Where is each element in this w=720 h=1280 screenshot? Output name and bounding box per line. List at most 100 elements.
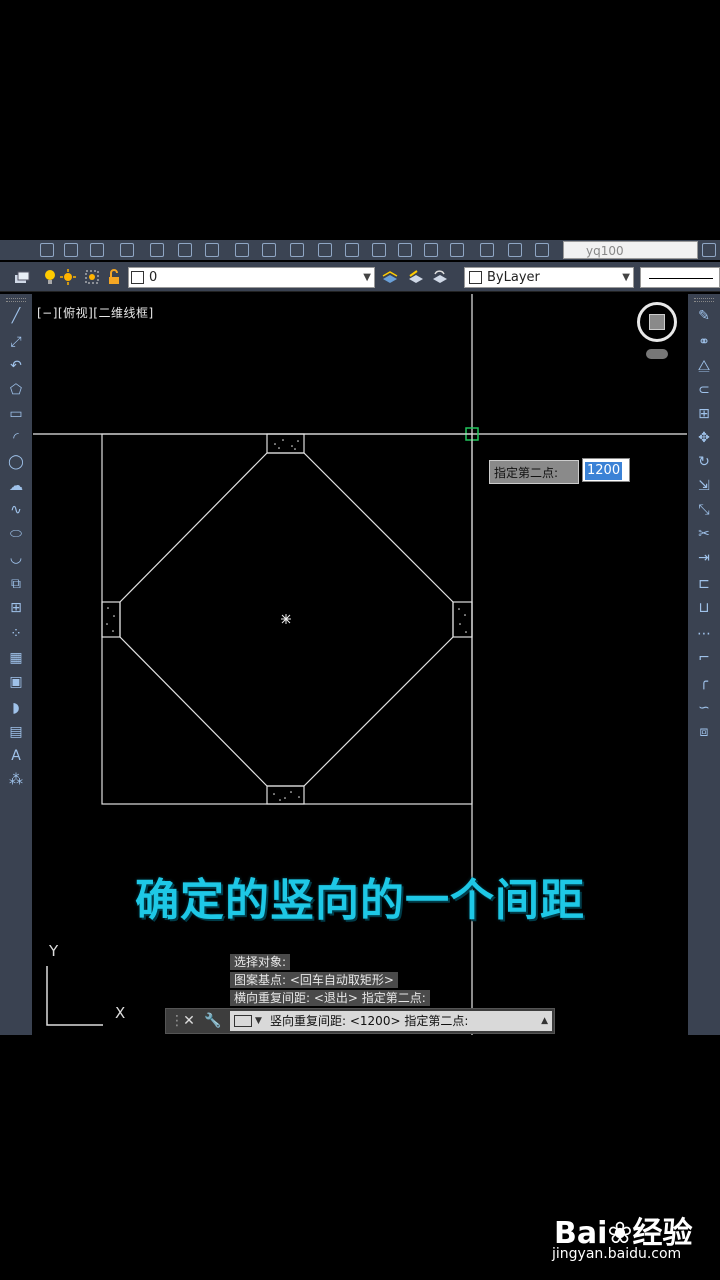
blend-curves-icon[interactable]: ∽ bbox=[694, 698, 714, 718]
view-tool-icon[interactable] bbox=[702, 243, 716, 257]
ungroup-tool-icon[interactable] bbox=[508, 243, 522, 257]
watermark-url: jingyan.baidu.com bbox=[552, 1246, 682, 1262]
chevron-down-icon[interactable]: ▼ bbox=[363, 268, 371, 287]
command-prompt-text: 竖向重复间距: <1200> 指定第二点: bbox=[270, 1014, 469, 1028]
command-input[interactable]: ▼ 竖向重复间距: <1200> 指定第二点: ▲ bbox=[230, 1011, 552, 1031]
drawing-canvas[interactable]: [−][俯视][二维线框] 指定第二点: 1200 确定的竖向的一个间距 Y X… bbox=[33, 294, 687, 1035]
check-tool-icon[interactable] bbox=[424, 243, 438, 257]
erase-icon[interactable]: ✎ bbox=[694, 306, 714, 326]
sun-freeze-icon[interactable] bbox=[60, 269, 76, 285]
offset-icon[interactable]: ⊂ bbox=[694, 380, 714, 400]
utility-tool-icon[interactable] bbox=[535, 243, 549, 257]
dynamic-input-value: 1200 bbox=[585, 462, 623, 480]
point-icon[interactable]: ⁘ bbox=[6, 624, 26, 644]
rotate-tool-icon[interactable] bbox=[178, 243, 192, 257]
line-tool-icon[interactable] bbox=[40, 243, 54, 257]
layer-name: 0 bbox=[149, 270, 158, 285]
ellipse-arc-icon[interactable]: ◡ bbox=[6, 548, 26, 568]
scale-icon[interactable]: ⇲ bbox=[694, 476, 714, 496]
bulb-on-icon[interactable] bbox=[42, 269, 58, 285]
chevron-down-icon[interactable]: ▼ bbox=[622, 268, 630, 287]
trim-icon[interactable]: ✂ bbox=[694, 524, 714, 544]
layer-manager-icon[interactable] bbox=[14, 269, 30, 285]
viewport-freeze-icon[interactable] bbox=[84, 269, 100, 285]
command-history-line: 选择对象: bbox=[230, 954, 291, 970]
text-tool-icon[interactable] bbox=[262, 243, 276, 257]
viewcube-face[interactable] bbox=[649, 314, 665, 330]
dynamic-input-field[interactable]: 1200 bbox=[582, 458, 630, 482]
ellipse-icon[interactable]: ⬭ bbox=[6, 524, 26, 544]
array-icon[interactable]: ⊞ bbox=[694, 404, 714, 424]
block-tool-icon[interactable] bbox=[372, 243, 386, 257]
leader-tool-icon[interactable] bbox=[318, 243, 332, 257]
mirror-tool-icon[interactable] bbox=[205, 243, 219, 257]
revision-cloud-icon[interactable]: ☁ bbox=[6, 476, 26, 496]
join-icon[interactable]: ⋯ bbox=[694, 624, 714, 644]
terminal-icon[interactable] bbox=[234, 1015, 252, 1027]
rectangle-icon[interactable]: ▭ bbox=[6, 404, 26, 424]
array-tool-icon[interactable] bbox=[235, 243, 249, 257]
rotate-icon[interactable]: ↻ bbox=[694, 452, 714, 472]
make-block-icon[interactable]: ⊞ bbox=[6, 598, 26, 618]
stretch-icon[interactable]: ⤡ bbox=[694, 500, 714, 520]
layer-properties-bar: 0 ▼ ByLayer ▼ bbox=[0, 262, 720, 292]
arc-icon[interactable]: ◜ bbox=[6, 428, 26, 448]
insert-block-icon[interactable]: ⧉ bbox=[6, 574, 26, 594]
measure-tool-icon[interactable] bbox=[398, 243, 412, 257]
ribbon-toolbar: yq100 bbox=[0, 240, 720, 260]
chevron-down-icon[interactable]: ▼ bbox=[255, 1011, 262, 1031]
linetype-combo[interactable] bbox=[640, 267, 720, 288]
previous-layer-icon[interactable] bbox=[432, 269, 448, 285]
chamfer-icon[interactable]: ⌐ bbox=[694, 648, 714, 668]
chevron-up-icon[interactable]: ▲ bbox=[541, 1011, 548, 1031]
fillet-icon[interactable]: ╭ bbox=[694, 672, 714, 692]
table-tool-icon[interactable] bbox=[90, 243, 104, 257]
command-history-line: 横向重复间距: <退出> 指定第二点: bbox=[230, 990, 430, 1006]
ucs-x-label: X bbox=[115, 1004, 126, 1022]
layer-tool-icon[interactable] bbox=[345, 243, 359, 257]
spline-icon[interactable]: ∿ bbox=[6, 500, 26, 520]
move-tool-icon[interactable] bbox=[120, 243, 134, 257]
toolbar-grip[interactable] bbox=[6, 298, 26, 302]
filter-tool-icon[interactable] bbox=[450, 243, 464, 257]
mirror-icon[interactable]: ⧋ bbox=[694, 356, 714, 376]
polygon-icon[interactable]: ⬠ bbox=[6, 380, 26, 400]
polyline-icon[interactable]: ↶ bbox=[6, 356, 26, 376]
break-at-point-icon[interactable]: ⊏ bbox=[694, 574, 714, 594]
color-value: ByLayer bbox=[487, 270, 540, 285]
break-icon[interactable]: ⊔ bbox=[694, 598, 714, 618]
table-icon[interactable]: ▤ bbox=[6, 722, 26, 742]
color-combo[interactable]: ByLayer ▼ bbox=[464, 267, 634, 288]
baidu-jingyan-watermark: Bai❀经验 jingyan.baidu.com bbox=[550, 1200, 710, 1270]
trim-tool-icon[interactable] bbox=[150, 243, 164, 257]
gradient-icon[interactable]: ▣ bbox=[6, 672, 26, 692]
group-tool-icon[interactable] bbox=[480, 243, 494, 257]
copy-icon[interactable]: ⚭ bbox=[694, 332, 714, 352]
polyline-tool-icon[interactable] bbox=[64, 243, 78, 257]
lock-open-icon[interactable] bbox=[106, 269, 122, 285]
toolbar-grip[interactable] bbox=[694, 298, 714, 302]
make-current-layer-icon[interactable] bbox=[382, 269, 398, 285]
hatch-icon[interactable]: ▦ bbox=[6, 648, 26, 668]
color-swatch bbox=[469, 271, 482, 284]
multiline-text-icon[interactable]: A bbox=[6, 746, 26, 766]
viewcube[interactable] bbox=[637, 302, 677, 342]
customize-wrench-icon[interactable]: 🔧 bbox=[204, 1012, 222, 1030]
circle-icon[interactable]: ◯ bbox=[6, 452, 26, 472]
corner-insert-right bbox=[452, 601, 473, 638]
dimension-tool-icon[interactable] bbox=[290, 243, 304, 257]
command-line: ⋮ ✕ 🔧 ▼ 竖向重复间距: <1200> 指定第二点: ▲ bbox=[165, 1008, 555, 1034]
workspace-combo[interactable]: yq100 bbox=[563, 241, 698, 259]
wcs-toggle[interactable] bbox=[646, 349, 668, 359]
match-layer-icon[interactable] bbox=[408, 269, 424, 285]
extend-icon[interactable]: ⇥ bbox=[694, 548, 714, 568]
line-icon[interactable]: ╱ bbox=[6, 306, 26, 326]
add-selected-icon[interactable]: ⁂ bbox=[6, 770, 26, 790]
modify-toolbar: ✎ ⚭ ⧋ ⊂ ⊞ ✥ ↻ ⇲ ⤡ ✂ ⇥ ⊏ ⊔ ⋯ ⌐ ╭ ∽ ⧈ bbox=[688, 294, 720, 1035]
move-icon[interactable]: ✥ bbox=[694, 428, 714, 448]
region-icon[interactable]: ◗ bbox=[6, 698, 26, 718]
explode-icon[interactable]: ⧈ bbox=[694, 722, 714, 742]
close-icon[interactable]: ✕ bbox=[180, 1012, 198, 1030]
construction-line-icon[interactable]: ⤢ bbox=[6, 332, 26, 352]
layer-combo[interactable]: 0 ▼ bbox=[128, 267, 375, 288]
